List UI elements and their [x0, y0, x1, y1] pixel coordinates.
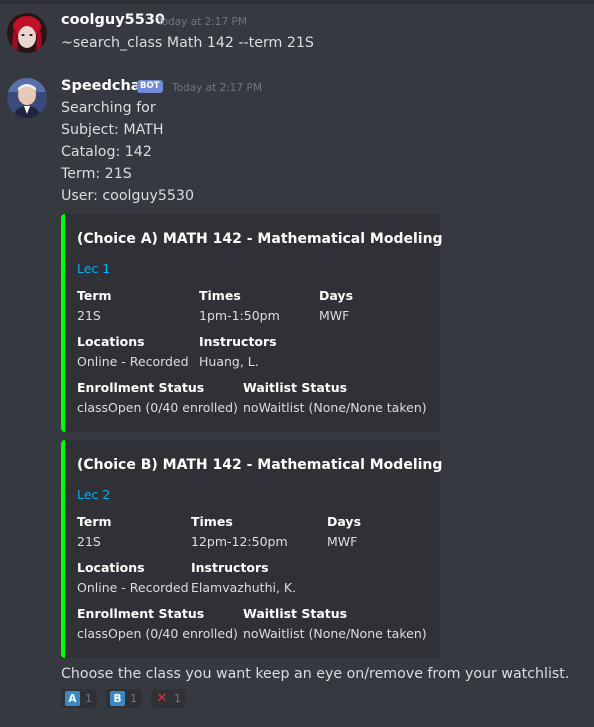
- field-days-value: MWF: [319, 308, 350, 323]
- field-days-value: MWF: [327, 534, 358, 549]
- field-instructors-value: Huang, L.: [199, 354, 259, 369]
- field-term-label: Term: [77, 514, 112, 529]
- embed-link[interactable]: Lec 1: [77, 261, 110, 276]
- bot-username[interactable]: Speedchat: [61, 78, 148, 94]
- field-days-label: Days: [327, 514, 362, 529]
- embed-choice-a: (Choice A) MATH 142 - Mathematical Model…: [61, 214, 443, 432]
- embed-title: (Choice A) MATH 142 - Mathematical Model…: [77, 231, 443, 247]
- field-times-value: 12pm-12:50pm: [191, 534, 288, 549]
- field-locations-value: Online - Recorded: [77, 354, 189, 369]
- regional-b-icon: B: [110, 691, 125, 706]
- footer-text: Choose the class you want keep an eye on…: [61, 666, 570, 682]
- field-times-label: Times: [191, 514, 233, 529]
- reaction-count: 1: [174, 692, 181, 705]
- message-line: Subject: MATH: [61, 122, 164, 138]
- field-locations-value: Online - Recorded: [77, 580, 189, 595]
- field-enrollment-value: classOpen (0/40 enrolled): [77, 400, 238, 415]
- reaction-a[interactable]: A 1: [61, 689, 97, 708]
- message-line: User: coolguy5530: [61, 188, 194, 204]
- field-waitlist-label: Waitlist Status: [243, 380, 348, 395]
- message-line: Catalog: 142: [61, 144, 152, 160]
- message-line: Searching for: [61, 100, 156, 116]
- field-waitlist-value: noWaitlist (None/None taken): [243, 400, 427, 415]
- reaction-b[interactable]: B 1: [106, 689, 142, 708]
- field-waitlist-label: Waitlist Status: [243, 606, 348, 621]
- username[interactable]: coolguy5530: [61, 12, 165, 28]
- embed-choice-b: (Choice B) MATH 142 - Mathematical Model…: [61, 440, 443, 658]
- reaction-count: 1: [130, 692, 137, 705]
- timestamp: Today at 2:17 PM: [157, 16, 247, 28]
- field-term-label: Term: [77, 288, 112, 303]
- field-enrollment-label: Enrollment Status: [77, 606, 205, 621]
- field-enrollment-value: classOpen (0/40 enrolled): [77, 626, 238, 641]
- embed-link[interactable]: Lec 2: [77, 487, 110, 502]
- field-days-label: Days: [319, 288, 354, 303]
- message-line: Term: 21S: [61, 166, 132, 182]
- red-x-icon: ✕: [156, 691, 168, 706]
- top-strip: [0, 0, 594, 4]
- field-enrollment-label: Enrollment Status: [77, 380, 205, 395]
- field-locations-label: Locations: [77, 560, 145, 575]
- regional-a-icon: A: [65, 691, 80, 706]
- user-avatar[interactable]: [7, 13, 47, 53]
- timestamp: Today at 2:17 PM: [172, 82, 262, 94]
- bot-tag: BOT: [137, 80, 163, 93]
- field-instructors-label: Instructors: [199, 334, 277, 349]
- message-content: ~search_class Math 142 --term 21S: [61, 35, 314, 51]
- field-waitlist-value: noWaitlist (None/None taken): [243, 626, 427, 641]
- field-locations-label: Locations: [77, 334, 145, 349]
- field-instructors-label: Instructors: [191, 560, 269, 575]
- field-instructors-value: Elamvazhuthi, K.: [191, 580, 297, 595]
- field-times-value: 1pm-1:50pm: [199, 308, 280, 323]
- bot-avatar[interactable]: [7, 78, 47, 118]
- field-times-label: Times: [199, 288, 241, 303]
- embed-title: (Choice B) MATH 142 - Mathematical Model…: [77, 457, 443, 473]
- reaction-x[interactable]: ✕ 1: [151, 689, 186, 708]
- field-term-value: 21S: [77, 308, 101, 323]
- field-term-value: 21S: [77, 534, 101, 549]
- reaction-count: 1: [85, 692, 92, 705]
